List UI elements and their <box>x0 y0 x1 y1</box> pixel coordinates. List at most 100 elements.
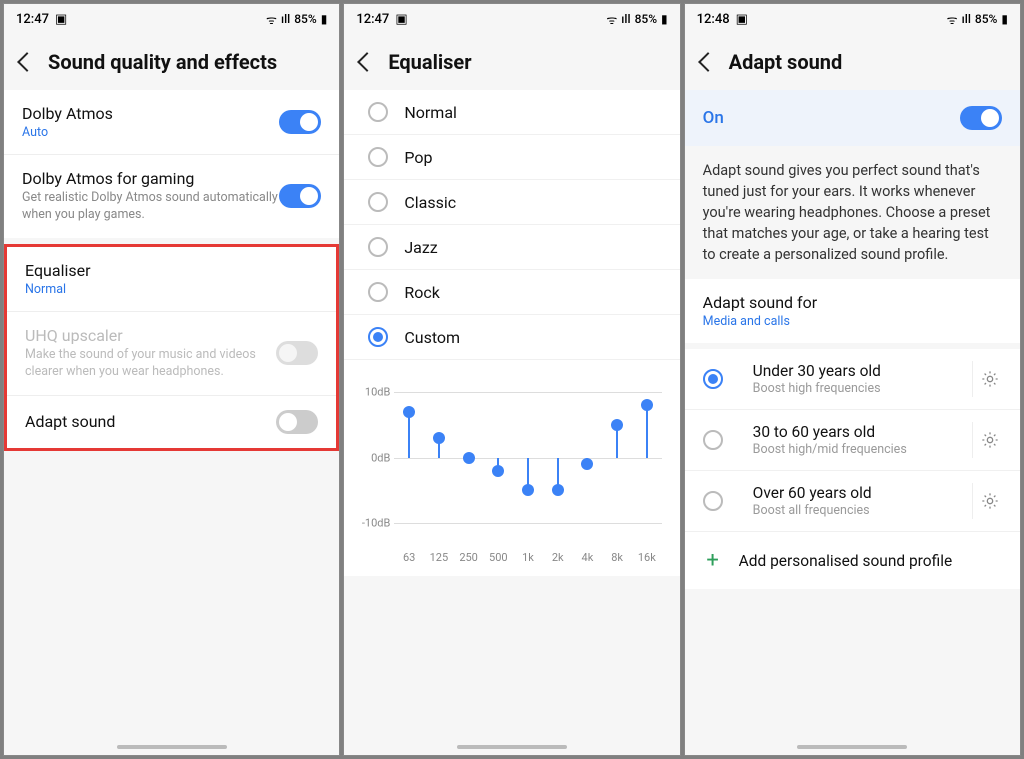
toggle-uhq <box>276 341 318 365</box>
radio-label: Jazz <box>404 238 437 257</box>
page-header: Equaliser <box>344 34 679 90</box>
age-row-1[interactable]: 30 to 60 years oldBoost high/mid frequen… <box>685 410 1020 471</box>
status-bar: 12:47 ▣ ᯤ ıll 85% ▮ <box>344 4 679 34</box>
radio-icon[interactable] <box>368 147 388 167</box>
radio-icon[interactable] <box>368 237 388 257</box>
eq-band-63[interactable] <box>394 370 424 545</box>
row-dolby-atmos[interactable]: Dolby Atmos Auto <box>4 90 339 155</box>
age-row-0[interactable]: Under 30 years oldBoost high frequencies <box>685 349 1020 410</box>
radio-row-classic[interactable]: Classic <box>344 180 679 225</box>
radio-row-jazz[interactable]: Jazz <box>344 225 679 270</box>
radio-label: Pop <box>404 148 432 167</box>
toggle-adapt-on[interactable] <box>960 106 1002 130</box>
x-label: 16k <box>632 551 662 564</box>
equaliser-chart[interactable]: 10dB 0dB -10dB 631252505001k2k4k8k16k <box>344 360 679 576</box>
eq-band-500[interactable] <box>483 370 513 545</box>
wifi-icon: ᯤ <box>606 11 617 28</box>
age-presets: Under 30 years oldBoost high frequencies… <box>685 349 1020 589</box>
radio-label: Classic <box>404 193 456 212</box>
radio-icon[interactable] <box>368 327 388 347</box>
plus-icon: + <box>703 548 723 573</box>
radio-row-pop[interactable]: Pop <box>344 135 679 180</box>
age-row-2[interactable]: Over 60 years oldBoost all frequencies <box>685 471 1020 532</box>
gear-icon[interactable] <box>972 422 1008 458</box>
signal-icon: ıll <box>621 12 630 26</box>
radio-row-rock[interactable]: Rock <box>344 270 679 315</box>
x-label: 250 <box>454 551 484 564</box>
radio-icon[interactable] <box>703 369 723 389</box>
radio-row-normal[interactable]: Normal <box>344 90 679 135</box>
eq-band-2k[interactable] <box>543 370 573 545</box>
battery-text: 85% <box>975 12 997 26</box>
age-sub: Boost high frequencies <box>753 381 966 396</box>
back-icon[interactable] <box>357 52 377 72</box>
radio-label: Normal <box>404 103 457 122</box>
add-profile-row[interactable]: + Add personalised sound profile <box>685 532 1020 589</box>
age-title: Over 60 years old <box>753 484 966 502</box>
y-label-10db: 10dB <box>354 385 390 398</box>
battery-icon: ▮ <box>1001 12 1008 26</box>
row-adapt-on[interactable]: On <box>685 90 1020 146</box>
radio-row-custom[interactable]: Custom <box>344 315 679 360</box>
settings-list: Dolby Atmos Auto Dolby Atmos for gaming … <box>4 90 339 238</box>
eq-band-4k[interactable] <box>573 370 603 545</box>
page-header: Adapt sound <box>685 34 1020 90</box>
eq-band-1k[interactable] <box>513 370 543 545</box>
eq-band-250[interactable] <box>454 370 484 545</box>
wifi-icon: ᯤ <box>947 11 958 28</box>
toggle-dolby-gaming[interactable] <box>279 184 321 208</box>
status-bar: 12:47 ▣ ᯤ ıll 85% ▮ <box>4 4 339 34</box>
age-title: Under 30 years old <box>753 362 966 380</box>
page-title: Sound quality and effects <box>48 50 277 74</box>
x-label: 4k <box>573 551 603 564</box>
clock: 12:47 <box>16 12 49 27</box>
home-indicator[interactable] <box>117 745 227 749</box>
home-indicator[interactable] <box>797 745 907 749</box>
battery-text: 85% <box>635 12 657 26</box>
battery-icon: ▮ <box>661 12 668 26</box>
highlighted-section: Equaliser Normal UHQ upscaler Make the s… <box>4 244 339 451</box>
x-label: 8k <box>602 551 632 564</box>
row-dolby-gaming[interactable]: Dolby Atmos for gaming Get realistic Dol… <box>4 155 339 238</box>
eq-band-125[interactable] <box>424 370 454 545</box>
radio-icon[interactable] <box>703 430 723 450</box>
radio-icon[interactable] <box>703 491 723 511</box>
toggle-adapt-sound[interactable] <box>276 410 318 434</box>
age-sub: Boost high/mid frequencies <box>753 442 966 457</box>
image-icon: ▣ <box>55 12 67 27</box>
row-uhq-upscaler: UHQ upscaler Make the sound of your musi… <box>7 312 336 396</box>
back-icon[interactable] <box>698 52 718 72</box>
radio-icon[interactable] <box>368 102 388 122</box>
gear-icon[interactable] <box>972 361 1008 397</box>
page-title: Equaliser <box>388 50 471 74</box>
clock: 12:47 <box>356 12 389 27</box>
screen-sound-quality: 12:47 ▣ ᯤ ıll 85% ▮ Sound quality and ef… <box>3 3 340 756</box>
row-adapt-for[interactable]: Adapt sound for Media and calls <box>685 279 1020 343</box>
screen-equaliser: 12:47 ▣ ᯤ ıll 85% ▮ Equaliser Normal Pop C… <box>343 3 680 756</box>
y-label-neg10db: -10dB <box>354 517 390 530</box>
radio-icon[interactable] <box>368 282 388 302</box>
radio-label: Rock <box>404 283 439 302</box>
y-label-0db: 0dB <box>354 451 390 464</box>
radio-icon[interactable] <box>368 192 388 212</box>
gear-icon[interactable] <box>972 483 1008 519</box>
eq-band-16k[interactable] <box>632 370 662 545</box>
screen-adapt-sound: 12:48 ▣ ᯤ ıll 85% ▮ Adapt sound On Adapt… <box>684 3 1021 756</box>
toggle-dolby-atmos[interactable] <box>279 110 321 134</box>
wifi-icon: ᯤ <box>266 11 277 28</box>
x-label: 500 <box>483 551 513 564</box>
row-equaliser[interactable]: Equaliser Normal <box>7 247 336 312</box>
back-icon[interactable] <box>17 52 37 72</box>
x-label: 1k <box>513 551 543 564</box>
signal-icon: ıll <box>962 12 971 26</box>
eq-band-8k[interactable] <box>602 370 632 545</box>
home-indicator[interactable] <box>457 745 567 749</box>
add-label: Add personalised sound profile <box>739 552 953 570</box>
x-label: 63 <box>394 551 424 564</box>
row-adapt-sound[interactable]: Adapt sound <box>7 396 336 448</box>
clock: 12:48 <box>697 12 730 27</box>
adapt-description: Adapt sound gives you perfect sound that… <box>685 146 1020 279</box>
battery-icon: ▮ <box>321 12 328 26</box>
age-title: 30 to 60 years old <box>753 423 966 441</box>
image-icon: ▣ <box>736 12 748 27</box>
